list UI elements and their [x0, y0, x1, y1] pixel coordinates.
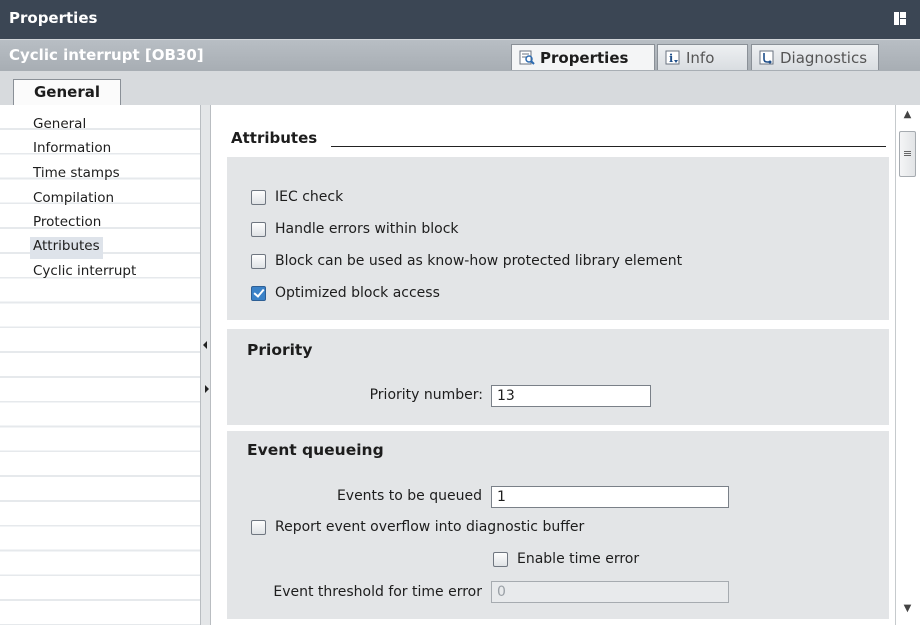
enable-time-error-label: Enable time error — [517, 551, 640, 567]
scroll-down-icon[interactable]: ▼ — [899, 603, 916, 619]
pin-icon[interactable] — [894, 12, 906, 25]
priority-group: Priority Priority number: 13 — [227, 329, 889, 425]
handle-errors-checkbox[interactable] — [251, 222, 266, 237]
attributes-content: Attributes IEC check Handle errors withi… — [211, 105, 895, 625]
event-queueing-title: Event queueing — [247, 441, 384, 459]
navigation-splitter[interactable] — [200, 105, 211, 625]
collapse-left-arrow-icon[interactable] — [203, 341, 207, 349]
vertical-scrollbar[interactable]: ▲ ▼ — [895, 105, 920, 625]
window-title: Properties — [9, 9, 98, 27]
heading-divider — [331, 146, 886, 147]
nav-item-cyclic-interrupt[interactable]: Cyclic interrupt — [30, 262, 139, 284]
event-threshold-field[interactable]: 0 — [491, 581, 729, 603]
priority-title: Priority — [247, 341, 313, 359]
report-event-overflow-label: Report event overflow into diagnostic bu… — [275, 519, 585, 535]
events-to-be-queued-label: Events to be queued — [336, 488, 482, 504]
events-to-be-queued-field[interactable]: 1 — [491, 486, 729, 508]
nav-item-compilation[interactable]: Compilation — [30, 189, 117, 211]
tab-diagnostics[interactable]: Diagnostics — [751, 44, 879, 70]
enable-time-error-checkbox[interactable] — [493, 552, 508, 567]
attributes-group: IEC check Handle errors within block Blo… — [227, 157, 889, 320]
tab-general[interactable]: General — [13, 79, 121, 105]
tab-properties-label: Properties — [540, 49, 629, 67]
know-how-library-label: Block can be used as know-how protected … — [275, 253, 683, 269]
event-threshold-label: Event threshold for time error — [273, 584, 482, 600]
tab-info[interactable]: i Info — [657, 44, 748, 70]
tab-properties[interactable]: Properties — [511, 44, 655, 70]
scroll-up-icon[interactable]: ▲ — [899, 109, 916, 125]
object-bar: Cyclic interrupt [OB30] Properties i Inf… — [0, 39, 920, 72]
nav-item-information[interactable]: Information — [30, 139, 114, 161]
know-how-library-checkbox[interactable] — [251, 254, 266, 269]
optimized-block-access-label: Optimized block access — [275, 285, 440, 301]
svg-text:i: i — [669, 52, 673, 65]
priority-number-label: Priority number: — [369, 387, 483, 403]
general-tab-bar: General — [0, 71, 920, 105]
nav-item-general[interactable]: General — [30, 115, 89, 137]
tab-diagnostics-label: Diagnostics — [780, 49, 868, 67]
scroll-thumb[interactable] — [899, 131, 916, 177]
nav-item-time-stamps[interactable]: Time stamps — [30, 164, 123, 186]
properties-icon — [519, 50, 535, 65]
expand-right-arrow-icon[interactable] — [205, 385, 209, 393]
report-event-overflow-checkbox[interactable] — [251, 520, 266, 535]
iec-check-checkbox[interactable] — [251, 190, 266, 205]
tab-info-label: Info — [686, 49, 715, 67]
diagnostics-icon — [759, 50, 774, 65]
priority-number-field[interactable]: 13 — [491, 385, 651, 407]
nav-item-protection[interactable]: Protection — [30, 213, 104, 235]
nav-item-attributes[interactable]: Attributes — [30, 237, 103, 259]
attributes-heading: Attributes — [231, 129, 318, 147]
event-queueing-group: Event queueing Events to be queued 1 Rep… — [227, 431, 889, 619]
handle-errors-label: Handle errors within block — [275, 221, 459, 237]
object-title: Cyclic interrupt [OB30] — [9, 46, 204, 64]
properties-title-bar: Properties — [0, 0, 920, 39]
property-navigation: General Information Time stamps Compilat… — [0, 105, 200, 625]
info-icon: i — [665, 50, 680, 65]
iec-check-label: IEC check — [275, 189, 344, 205]
optimized-block-access-checkbox[interactable] — [251, 286, 266, 301]
